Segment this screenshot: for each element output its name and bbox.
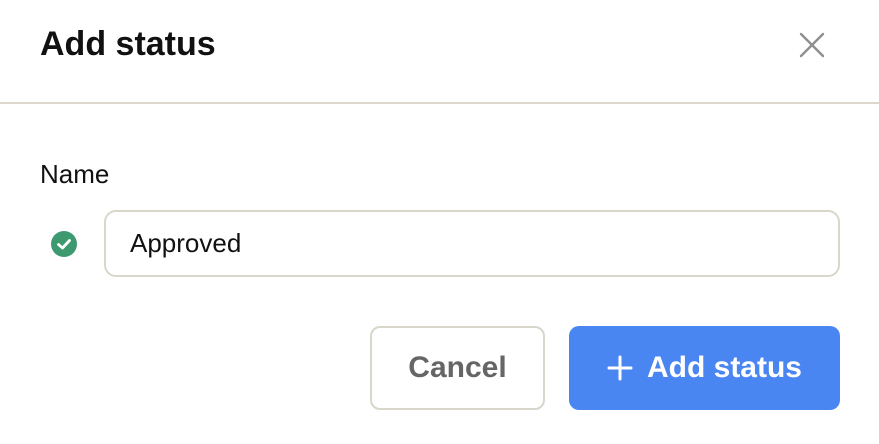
status-name-input[interactable]: [104, 210, 840, 277]
add-status-button-label: Add status: [646, 351, 802, 384]
close-icon: [799, 32, 825, 58]
dialog-header: Add status: [0, 0, 879, 104]
dialog-title: Add status: [40, 25, 216, 63]
cancel-button[interactable]: Cancel: [370, 326, 545, 410]
add-status-dialog: Add status Name Cancel Add status: [0, 0, 879, 444]
name-field-label: Name: [40, 159, 110, 189]
cancel-button-label: Cancel: [408, 351, 507, 384]
close-button[interactable]: [792, 25, 832, 65]
check-circle-icon[interactable]: [51, 231, 77, 257]
add-status-button[interactable]: Add status: [569, 326, 840, 410]
plus-icon: [607, 355, 633, 381]
